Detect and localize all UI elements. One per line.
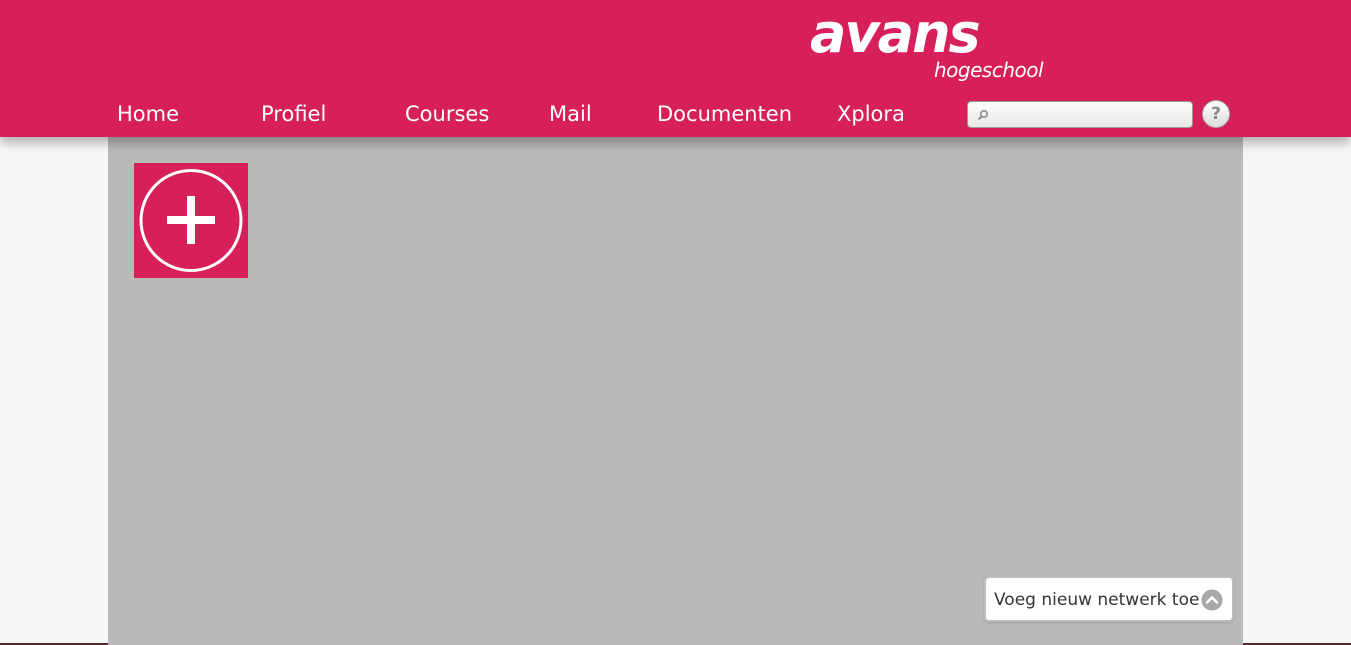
nav-item-profiel[interactable]: Profiel (261, 100, 326, 128)
avans-logo[interactable]: avans hogeschool (808, 4, 1048, 88)
add-tile[interactable] (134, 163, 248, 278)
top-header: avans hogeschool Home Profiel Courses Ma… (0, 0, 1351, 137)
nav-item-mail[interactable]: Mail (549, 100, 592, 128)
add-network-label: Voeg nieuw netwerk toe (994, 590, 1200, 610)
logo-subtitle: hogeschool (934, 58, 1044, 82)
nav-item-xplora[interactable]: Xplora (837, 100, 905, 128)
plus-circle-icon (139, 169, 243, 272)
nav-item-courses[interactable]: Courses (405, 100, 489, 128)
nav-item-home[interactable]: Home (117, 100, 179, 128)
main-content: Voeg nieuw netwerk toe (108, 137, 1243, 645)
search-input[interactable] (994, 105, 1188, 126)
search-icon (977, 109, 989, 121)
chevron-up-icon (1201, 589, 1223, 611)
help-button[interactable]: ? (1202, 100, 1230, 128)
add-network-button[interactable]: Voeg nieuw netwerk toe (984, 576, 1234, 622)
search-box (967, 101, 1193, 128)
nav-item-documenten[interactable]: Documenten (657, 100, 792, 128)
logo-wordmark: avans (810, 2, 981, 65)
